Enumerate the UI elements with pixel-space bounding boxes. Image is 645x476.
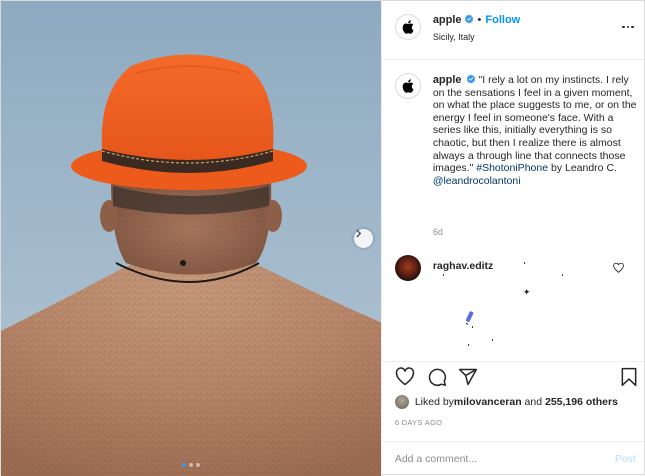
avatar[interactable] — [394, 73, 421, 99]
avatar[interactable] — [394, 255, 421, 281]
follow-button[interactable]: Follow — [485, 14, 520, 26]
separator-dot: • — [477, 14, 482, 26]
carousel-indicator — [1, 463, 381, 467]
post-card: apple • Follow Sicily, Italy apple "I rely … — [0, 0, 645, 476]
comment-input[interactable] — [394, 450, 595, 468]
carousel-dot — [188, 463, 193, 467]
like-comment-heart-icon[interactable] — [613, 263, 624, 273]
carousel-dot — [195, 463, 200, 467]
post-timestamp[interactable]: 6 DAYS AGO — [395, 418, 442, 427]
comment-item: raghav.editz ✦ — [382, 255, 645, 360]
speck — [471, 326, 474, 328]
carousel-dot — [181, 463, 186, 467]
heart-icon[interactable] — [395, 367, 415, 387]
next-slide-button[interactable] — [354, 229, 373, 248]
more-options-button[interactable] — [620, 21, 636, 33]
liker-avatar[interactable] — [394, 395, 409, 409]
comment-username[interactable]: raghav.editz — [433, 260, 494, 272]
caption-username[interactable]: apple — [433, 74, 462, 86]
pen-icon — [465, 311, 474, 325]
bookmark-icon[interactable] — [619, 367, 639, 387]
post-photo[interactable] — [1, 1, 381, 476]
username[interactable]: apple — [433, 14, 462, 26]
likes-summary: Liked by ​milovanceran and 255,196 other… — [394, 395, 618, 409]
more-horizontal-icon — [622, 25, 625, 29]
speck — [523, 262, 526, 264]
add-comment-bar: Post — [381, 441, 645, 476]
verified-badge-icon — [464, 14, 473, 24]
speck — [442, 274, 445, 276]
header-username-row: apple • Follow — [433, 14, 520, 26]
avatar[interactable] — [394, 14, 421, 40]
verified-badge-icon — [466, 74, 475, 84]
sparkle-icon: ✦ — [522, 287, 531, 297]
mention-link[interactable]: @leandrocolantoni — [433, 175, 521, 187]
speck — [467, 344, 470, 346]
location-link[interactable]: Sicily, Italy — [433, 32, 475, 42]
liker-username[interactable]: milovanceran — [454, 396, 522, 408]
comments-section: apple "I rely a lot on my instincts. I re… — [382, 61, 645, 361]
likes-prefix: Liked by — [414, 396, 454, 408]
action-bar: Liked by ​milovanceran and 255,196 other… — [381, 361, 645, 421]
caption-body: "I rely a lot on my instincts. I rely on… — [432, 74, 637, 175]
share-icon[interactable] — [458, 367, 478, 387]
speck — [491, 339, 494, 341]
apple-logo-icon — [402, 20, 414, 34]
hashtag-link[interactable]: #ShotoniPhone — [476, 162, 548, 174]
chevron-right-icon — [356, 229, 362, 238]
post-comment-button[interactable]: Post — [615, 453, 636, 465]
post-header: apple • Follow Sicily, Italy — [381, 1, 645, 60]
caption-age[interactable]: 6d — [433, 227, 443, 237]
photo-illustration — [1, 1, 381, 476]
caption-body-2: by Leandro C. — [548, 162, 617, 175]
apple-logo-icon — [402, 79, 414, 93]
post-side-panel: apple • Follow Sicily, Italy apple "I rely … — [380, 1, 645, 476]
comment-icon[interactable] — [427, 367, 447, 387]
likes-mid: and — [521, 396, 545, 408]
caption-text: apple "I rely a lot on my instincts. I re… — [433, 74, 638, 187]
likes-count[interactable]: 255,196 others — [545, 396, 618, 408]
speck — [561, 274, 564, 276]
